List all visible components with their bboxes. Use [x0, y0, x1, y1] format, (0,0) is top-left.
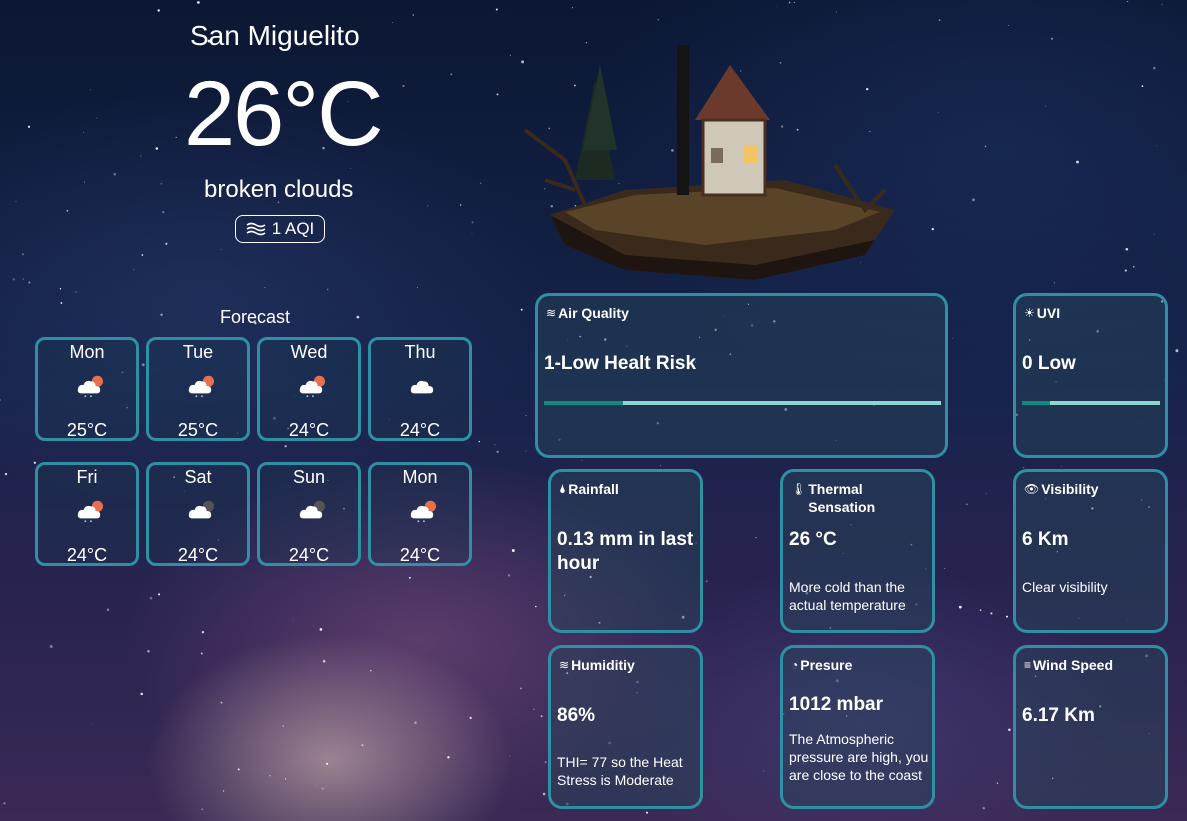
humidity-value: 86%	[557, 705, 596, 726]
thermal-sensation-card[interactable]: 🌡 Thermal Sensation 26 °C More cold than …	[780, 469, 935, 633]
forecast-day-temp: 24°C	[288, 545, 330, 565]
forecast-day-temp: 24°C	[66, 545, 108, 565]
air-quality-title: Air Quality	[558, 305, 629, 321]
forecast-day-card[interactable]: Mon 25°C	[35, 337, 139, 441]
pressure-title: Presure	[800, 657, 853, 673]
pressure-note: The Atmospheric pressure are high, you a…	[789, 731, 929, 783]
floating-island-house-illustration	[523, 45, 895, 280]
rainfall-card[interactable]: 🌢 Rainfall 0.13 mm in last hour	[548, 469, 703, 633]
cloud-icon	[405, 373, 441, 399]
visibility-note: Clear visibility	[1022, 579, 1108, 595]
forecast-day-label: Mon	[69, 342, 105, 362]
uvi-card[interactable]: ☀ UVI 0 Low	[1013, 293, 1168, 458]
uvi-bar	[1022, 401, 1160, 405]
rainfall-value: 0.13 mm in last hour	[557, 529, 694, 574]
uvi-title: UVI	[1036, 305, 1061, 321]
thermal-value: 26 °C	[789, 529, 837, 550]
wind-speed-card[interactable]: ≡ Wind Speed 6.17 Km	[1013, 645, 1168, 809]
air-quality-bar	[544, 401, 941, 405]
humidity-icon: ≋	[559, 658, 570, 672]
weather-description: broken clouds	[204, 176, 354, 203]
uvi-bar-fill	[1022, 401, 1050, 405]
visibility-value: 6 Km	[1022, 529, 1069, 550]
current-temperature: 26°C	[184, 63, 384, 165]
raindrop-icon: 🌢	[559, 482, 567, 496]
forecast-day-card[interactable]: Fri 24°C	[35, 462, 139, 566]
wind-title: Wind Speed	[1033, 657, 1114, 673]
gauge-icon: ◔	[791, 658, 799, 672]
visibility-title: Visibility	[1041, 481, 1099, 497]
forecast-day-label: Thu	[404, 342, 436, 362]
pressure-card[interactable]: ◔ Presure 1012 mbar The Atmospheric press…	[780, 645, 935, 809]
forecast-day-temp: 24°C	[399, 420, 441, 440]
forecast-day-label: Sun	[292, 467, 326, 487]
air-quality-card[interactable]: ≋ Air Quality 1-Low Healt Risk	[535, 293, 948, 458]
air-icon: ≋	[546, 306, 557, 320]
thermal-note: More cold than the actual temperature	[789, 579, 906, 613]
wind-icon: ≡	[1024, 658, 1032, 672]
forecast-day-card[interactable]: Wed 24°C	[257, 337, 361, 441]
humidity-title: Humiditiy	[571, 657, 635, 673]
cloud-moon-icon	[294, 498, 330, 524]
cloud-sun-rain-icon	[183, 373, 219, 399]
city-name: San Miguelito	[190, 20, 360, 51]
forecast-day-label: Sat	[184, 467, 212, 487]
forecast-day-temp: 24°C	[288, 420, 330, 440]
air-quality-bar-fill	[544, 401, 624, 405]
forecast-day-card[interactable]: Tue 25°C	[146, 337, 250, 441]
sun-icon: ☀	[1024, 306, 1035, 320]
visibility-card[interactable]: 👁 Visibility 6 Km Clear visibility	[1013, 469, 1168, 633]
forecast-title: Forecast	[220, 307, 291, 327]
uvi-value: 0 Low	[1022, 353, 1076, 374]
forecast-day-label: Wed	[290, 342, 328, 362]
forecast-day-card[interactable]: Sun 24°C	[257, 462, 361, 566]
humidity-card[interactable]: ≋ Humiditiy 86% THI= 77 so the Heat Stres…	[548, 645, 703, 809]
forecast-day-label: Mon	[402, 467, 438, 487]
wind-value: 6.17 Km	[1022, 705, 1095, 726]
aqi-badge[interactable]: 1 AQI	[235, 215, 325, 243]
forecast-day-label: Tue	[182, 342, 214, 362]
forecast-day-card[interactable]: Sat 24°C	[146, 462, 250, 566]
forecast-day-temp: 24°C	[399, 545, 441, 565]
rainfall-title: Rainfall	[568, 481, 619, 497]
forecast-day-temp: 25°C	[177, 420, 219, 440]
air-waves-icon	[246, 222, 266, 236]
forecast-day-card[interactable]: Thu 24°C	[368, 337, 472, 441]
thermometer-icon: 🌡	[791, 482, 807, 496]
aqi-label: 1 AQI	[271, 219, 315, 238]
cloud-sun-rain-icon	[72, 498, 108, 524]
eye-icon: 👁	[1024, 482, 1040, 496]
forecast-day-temp: 25°C	[66, 420, 108, 440]
forecast-day-temp: 24°C	[177, 545, 219, 565]
pressure-value: 1012 mbar	[789, 694, 884, 715]
air-quality-value: 1-Low Healt Risk	[544, 353, 697, 374]
thermal-title: Thermal Sensation	[808, 481, 876, 515]
cloud-sun-rain-icon	[405, 498, 441, 524]
cloud-sun-rain-icon	[294, 373, 330, 399]
humidity-note: THI= 77 so the Heat Stress is Moderate	[557, 754, 683, 788]
cloud-moon-icon	[183, 498, 219, 524]
forecast-day-label: Fri	[76, 467, 98, 487]
cloud-sun-rain-icon	[72, 373, 108, 399]
forecast-day-card[interactable]: Mon 24°C	[368, 462, 472, 566]
